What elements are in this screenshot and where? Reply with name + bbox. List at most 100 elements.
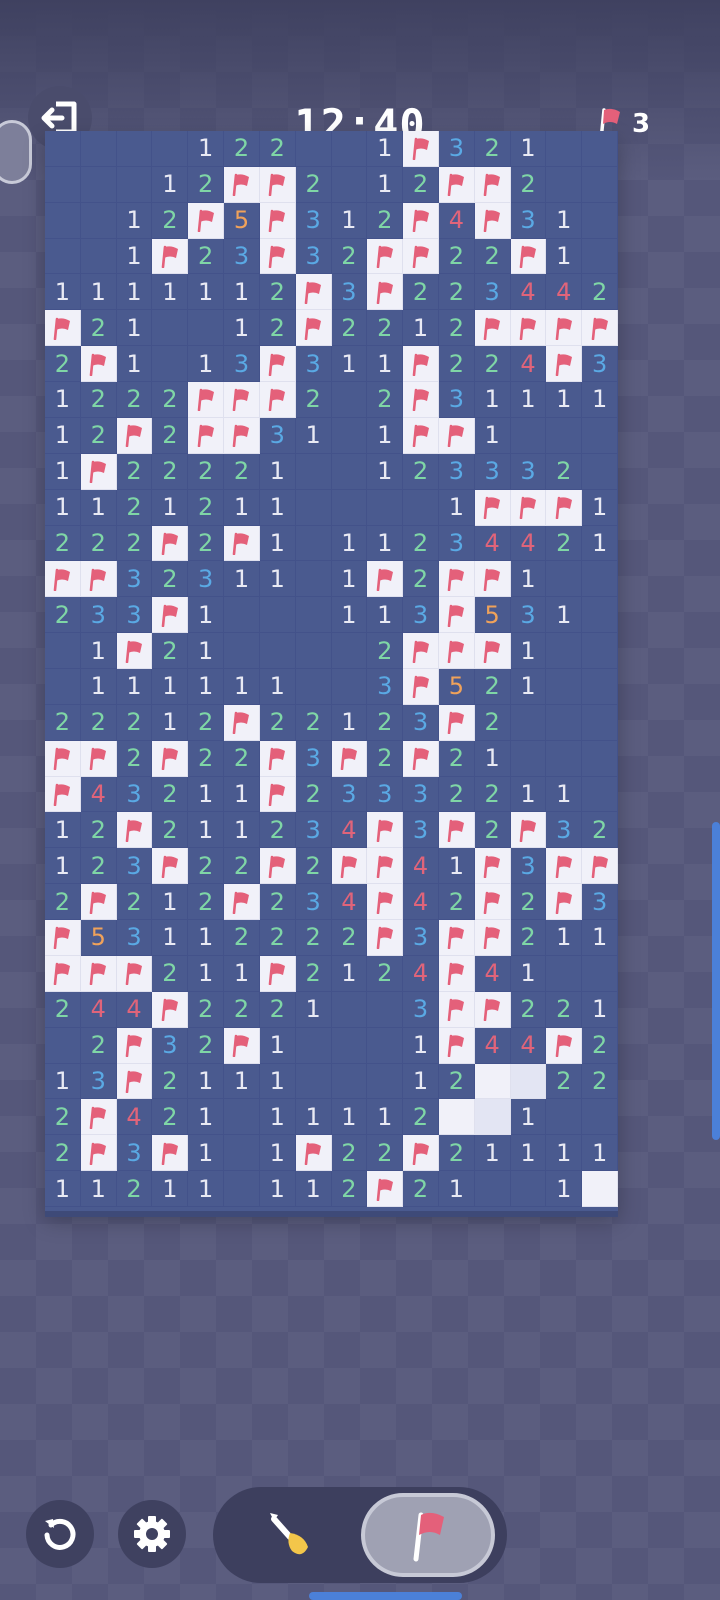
flagged-cell[interactable] bbox=[331, 848, 368, 885]
flagged-cell[interactable] bbox=[367, 1171, 404, 1207]
number-cell[interactable]: 2 bbox=[331, 920, 368, 956]
number-cell[interactable]: 2 bbox=[367, 740, 404, 777]
number-cell[interactable]: 2 bbox=[116, 453, 153, 490]
number-cell[interactable]: 1 bbox=[582, 525, 618, 562]
empty-cell[interactable] bbox=[152, 346, 189, 383]
empty-cell[interactable] bbox=[331, 489, 368, 526]
flagged-cell[interactable] bbox=[80, 346, 117, 383]
number-cell[interactable]: 2 bbox=[152, 417, 189, 454]
empty-cell[interactable] bbox=[295, 597, 332, 634]
empty-cell[interactable] bbox=[45, 131, 81, 167]
number-cell[interactable]: 2 bbox=[546, 453, 583, 490]
flagged-cell[interactable] bbox=[438, 991, 475, 1028]
empty-cell[interactable] bbox=[510, 1171, 547, 1207]
number-cell[interactable]: 1 bbox=[403, 310, 439, 347]
number-cell[interactable]: 2 bbox=[116, 525, 153, 562]
empty-cell[interactable] bbox=[295, 525, 332, 562]
number-cell[interactable]: 1 bbox=[188, 1099, 225, 1136]
number-cell[interactable]: 3 bbox=[582, 346, 618, 383]
number-cell[interactable]: 1 bbox=[331, 525, 368, 562]
flagged-cell[interactable] bbox=[295, 1135, 332, 1172]
number-cell[interactable]: 2 bbox=[152, 812, 189, 849]
flagged-cell[interactable] bbox=[438, 166, 475, 203]
number-cell[interactable]: 1 bbox=[188, 1135, 225, 1172]
flagged-cell[interactable] bbox=[474, 166, 511, 203]
number-cell[interactable]: 1 bbox=[224, 668, 260, 705]
empty-cell[interactable] bbox=[259, 597, 296, 634]
number-cell[interactable]: 2 bbox=[510, 991, 547, 1028]
number-cell[interactable]: 2 bbox=[152, 633, 189, 669]
number-cell[interactable]: 2 bbox=[80, 704, 117, 741]
number-cell[interactable]: 2 bbox=[367, 1135, 404, 1172]
number-cell[interactable]: 2 bbox=[295, 848, 332, 885]
empty-cell[interactable] bbox=[45, 633, 81, 669]
number-cell[interactable]: 2 bbox=[152, 1063, 189, 1100]
number-cell[interactable]: 1 bbox=[259, 561, 296, 598]
number-cell[interactable]: 2 bbox=[474, 704, 511, 741]
empty-cell[interactable] bbox=[331, 991, 368, 1028]
number-cell[interactable]: 2 bbox=[295, 382, 332, 418]
number-cell[interactable]: 2 bbox=[582, 274, 618, 311]
flagged-cell[interactable] bbox=[80, 453, 117, 490]
number-cell[interactable]: 2 bbox=[403, 1099, 439, 1136]
number-cell[interactable]: 1 bbox=[331, 1099, 368, 1136]
flagged-cell[interactable] bbox=[45, 310, 81, 347]
flagged-cell[interactable] bbox=[259, 776, 296, 813]
number-cell[interactable]: 4 bbox=[510, 1027, 547, 1064]
unrevealed-cell[interactable] bbox=[510, 1063, 547, 1100]
number-cell[interactable]: 4 bbox=[546, 274, 583, 311]
number-cell[interactable]: 1 bbox=[367, 525, 404, 562]
number-cell[interactable]: 1 bbox=[546, 920, 583, 956]
empty-cell[interactable] bbox=[582, 453, 618, 490]
flagged-cell[interactable] bbox=[367, 561, 404, 598]
number-cell[interactable]: 1 bbox=[474, 382, 511, 418]
flagged-cell[interactable] bbox=[45, 955, 81, 992]
number-cell[interactable]: 1 bbox=[474, 1135, 511, 1172]
flagged-cell[interactable] bbox=[259, 166, 296, 203]
number-cell[interactable]: 2 bbox=[259, 310, 296, 347]
number-cell[interactable]: 1 bbox=[295, 417, 332, 454]
empty-cell[interactable] bbox=[224, 633, 260, 669]
number-cell[interactable]: 2 bbox=[116, 1171, 153, 1207]
number-cell[interactable]: 2 bbox=[438, 274, 475, 311]
number-cell[interactable]: 2 bbox=[152, 776, 189, 813]
empty-cell[interactable] bbox=[546, 955, 583, 992]
number-cell[interactable]: 2 bbox=[80, 1027, 117, 1064]
flagged-cell[interactable] bbox=[403, 202, 439, 239]
number-cell[interactable]: 2 bbox=[116, 382, 153, 418]
number-cell[interactable]: 1 bbox=[45, 417, 81, 454]
flagged-cell[interactable] bbox=[152, 848, 189, 885]
number-cell[interactable]: 1 bbox=[438, 1171, 475, 1207]
number-cell[interactable]: 2 bbox=[80, 525, 117, 562]
number-cell[interactable]: 1 bbox=[224, 776, 260, 813]
number-cell[interactable]: 1 bbox=[474, 740, 511, 777]
number-cell[interactable]: 1 bbox=[259, 1027, 296, 1064]
flagged-cell[interactable] bbox=[546, 884, 583, 921]
number-cell[interactable]: 1 bbox=[259, 1099, 296, 1136]
number-cell[interactable]: 1 bbox=[367, 166, 404, 203]
flagged-cell[interactable] bbox=[403, 417, 439, 454]
number-cell[interactable]: 2 bbox=[152, 1099, 189, 1136]
number-cell[interactable]: 2 bbox=[367, 704, 404, 741]
empty-cell[interactable] bbox=[546, 704, 583, 741]
empty-cell[interactable] bbox=[546, 131, 583, 167]
empty-cell[interactable] bbox=[80, 202, 117, 239]
flagged-cell[interactable] bbox=[116, 955, 153, 992]
empty-cell[interactable] bbox=[367, 1027, 404, 1064]
empty-cell[interactable] bbox=[582, 668, 618, 705]
number-cell[interactable]: 3 bbox=[295, 346, 332, 383]
number-cell[interactable]: 2 bbox=[295, 955, 332, 992]
number-cell[interactable]: 4 bbox=[438, 202, 475, 239]
number-cell[interactable]: 2 bbox=[474, 812, 511, 849]
number-cell[interactable]: 1 bbox=[45, 274, 81, 311]
number-cell[interactable]: 5 bbox=[474, 597, 511, 634]
flagged-cell[interactable] bbox=[116, 812, 153, 849]
number-cell[interactable]: 2 bbox=[224, 131, 260, 167]
number-cell[interactable]: 3 bbox=[116, 561, 153, 598]
flagged-cell[interactable] bbox=[259, 346, 296, 383]
number-cell[interactable]: 1 bbox=[295, 1171, 332, 1207]
flag-mode-button[interactable] bbox=[361, 1493, 495, 1577]
number-cell[interactable]: 2 bbox=[331, 238, 368, 275]
flagged-cell[interactable] bbox=[152, 1135, 189, 1172]
flagged-cell[interactable] bbox=[510, 310, 547, 347]
